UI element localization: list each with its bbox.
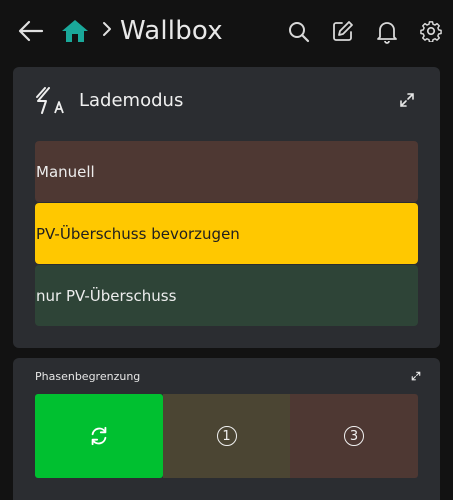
phase-count-1: 1 xyxy=(216,426,237,446)
top-app-bar: Wallbox xyxy=(0,0,453,64)
phase-count-3: 3 xyxy=(344,426,364,446)
expand-icon[interactable] xyxy=(411,371,421,381)
charge-mode-title: Lademodus xyxy=(79,90,184,111)
expand-icon[interactable] xyxy=(399,92,415,108)
option-label: nur PV-Überschuss xyxy=(36,286,177,305)
phase-limit-title: Phasenbegrenzung xyxy=(35,370,141,383)
chevron-right-icon xyxy=(103,22,111,36)
option-label: Manuell xyxy=(36,162,95,181)
phase-option-auto[interactable] xyxy=(35,394,163,478)
option-label: PV-Überschuss bevorzugen xyxy=(36,224,240,243)
phase-option-1[interactable]: 1 xyxy=(163,394,290,478)
refresh-icon xyxy=(91,426,107,446)
phase-option-3[interactable]: 3 xyxy=(290,394,418,478)
edit-icon[interactable] xyxy=(332,20,354,42)
back-arrow-icon[interactable] xyxy=(18,20,44,42)
charge-mode-option-pv-only[interactable]: nur PV-Überschuss xyxy=(35,265,418,326)
search-icon[interactable] xyxy=(288,21,310,43)
home-icon[interactable] xyxy=(61,19,89,43)
charge-mode-option-pv-preferred[interactable]: PV-Überschuss bevorzugen xyxy=(35,203,418,264)
charge-mode-option-manual[interactable]: Manuell xyxy=(35,141,418,202)
gear-icon[interactable] xyxy=(420,20,442,42)
flash-auto-icon xyxy=(36,87,64,114)
page-title: Wallbox xyxy=(120,16,223,46)
bell-icon[interactable] xyxy=(376,20,398,44)
